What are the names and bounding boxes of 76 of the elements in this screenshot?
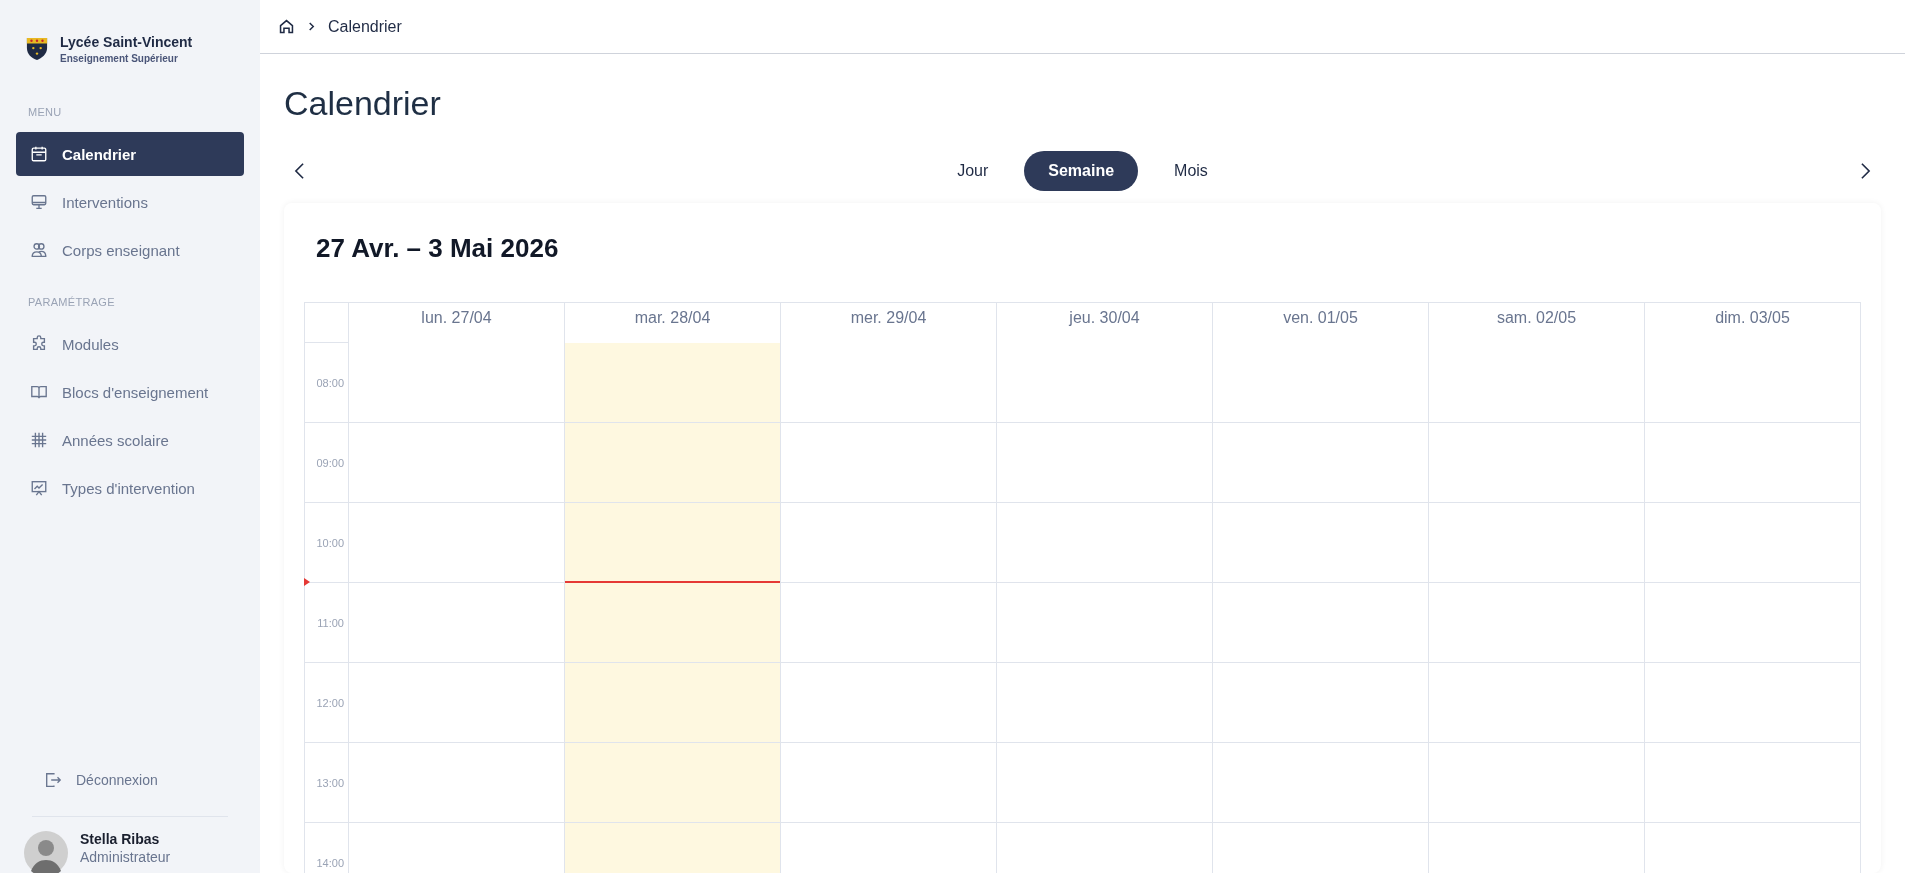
view-tab[interactable]: Jour bbox=[933, 151, 1013, 191]
chart-board-icon bbox=[30, 479, 48, 497]
hour-label: 11:00 bbox=[317, 616, 344, 629]
users-icon bbox=[30, 241, 48, 259]
section-label: MENU bbox=[27, 106, 63, 118]
hour-label: 14:00 bbox=[316, 856, 344, 869]
time-slot[interactable] bbox=[1213, 343, 1429, 423]
monitor-icon bbox=[30, 193, 48, 211]
school-name: Lycée Saint-Vincent bbox=[60, 34, 193, 50]
calendar-icon bbox=[30, 145, 48, 163]
chevron-right-icon bbox=[307, 22, 316, 31]
time-slot[interactable] bbox=[1645, 423, 1861, 503]
time-slot[interactable] bbox=[1213, 503, 1429, 583]
sidebar-item[interactable]: Corps enseignant bbox=[16, 228, 244, 272]
view-tab[interactable]: Mois bbox=[1150, 151, 1232, 191]
time-slot[interactable] bbox=[1429, 503, 1645, 583]
hour-label: 08:00 bbox=[316, 376, 344, 389]
sidebar-item[interactable]: Années scolaire bbox=[16, 418, 244, 462]
time-slot[interactable] bbox=[1213, 423, 1429, 503]
day-header: lun. 27/04 bbox=[349, 303, 565, 343]
time-slot[interactable] bbox=[1429, 583, 1645, 663]
day-header: sam. 02/05 bbox=[1429, 303, 1645, 343]
time-slot[interactable] bbox=[997, 583, 1213, 663]
day-header: dim. 03/05 bbox=[1645, 303, 1861, 343]
home-icon[interactable] bbox=[278, 18, 295, 35]
time-slot[interactable] bbox=[1645, 663, 1861, 743]
chevron-right-icon[interactable] bbox=[1860, 162, 1871, 180]
time-slot[interactable] bbox=[1213, 663, 1429, 743]
chevron-left-icon[interactable] bbox=[294, 162, 305, 180]
sidebar-item[interactable]: Blocs d'enseignement bbox=[16, 370, 244, 414]
hour-label: 09:00 bbox=[316, 456, 344, 469]
date-range: 27 Avr. – 3 Mai 2026 bbox=[316, 233, 560, 264]
time-slot[interactable] bbox=[781, 343, 997, 423]
time-slot[interactable] bbox=[781, 663, 997, 743]
time-slot[interactable] bbox=[1645, 743, 1861, 823]
user-role: Administrateur bbox=[80, 849, 171, 865]
grid-icon bbox=[30, 431, 48, 449]
time-slot[interactable] bbox=[1213, 583, 1429, 663]
view-tab[interactable]: Semaine bbox=[1024, 151, 1139, 191]
logout-link[interactable]: Déconnexion bbox=[16, 760, 244, 800]
page-title: Calendrier bbox=[284, 84, 442, 123]
sidebar-item[interactable]: Interventions bbox=[16, 180, 244, 224]
time-slot[interactable] bbox=[1429, 743, 1645, 823]
time-slot[interactable] bbox=[1645, 503, 1861, 583]
day-header: mer. 29/04 bbox=[781, 303, 997, 343]
shield-logo-icon bbox=[26, 37, 48, 61]
hour-label: 10:00 bbox=[316, 536, 344, 549]
time-slot[interactable] bbox=[1429, 423, 1645, 503]
puzzle-icon bbox=[30, 335, 48, 353]
time-slot[interactable] bbox=[781, 743, 997, 823]
user-name: Stella Ribas bbox=[80, 831, 161, 847]
day-header: jeu. 30/04 bbox=[997, 303, 1213, 343]
today-time-slot[interactable] bbox=[565, 503, 781, 583]
time-slot[interactable] bbox=[997, 503, 1213, 583]
user-avatar bbox=[24, 831, 68, 873]
time-slot[interactable] bbox=[997, 343, 1213, 423]
hour-label: 13:00 bbox=[316, 776, 344, 789]
time-slot[interactable] bbox=[1429, 663, 1645, 743]
sidebar-item[interactable]: Modules bbox=[16, 322, 244, 366]
book-icon bbox=[30, 383, 48, 401]
sidebar-item[interactable]: Types d'intervention bbox=[16, 466, 244, 510]
time-slot[interactable] bbox=[997, 423, 1213, 503]
current-time-marker-icon bbox=[304, 578, 310, 586]
day-header: ven. 01/05 bbox=[1213, 303, 1429, 343]
time-slot[interactable] bbox=[1645, 583, 1861, 663]
logout-icon bbox=[44, 771, 62, 789]
time-slot[interactable] bbox=[1213, 743, 1429, 823]
school-subtitle: Enseignement Supérieur bbox=[60, 53, 179, 64]
hour-label: 12:00 bbox=[316, 696, 344, 709]
breadcrumb-item: Calendrier bbox=[328, 17, 402, 36]
time-slot[interactable] bbox=[997, 663, 1213, 743]
time-slot[interactable] bbox=[1429, 343, 1645, 423]
section-label: PARAMÉTRAGE bbox=[27, 296, 116, 308]
sidebar-item[interactable]: Calendrier bbox=[16, 132, 244, 176]
time-slot[interactable] bbox=[997, 743, 1213, 823]
time-slot[interactable] bbox=[1645, 343, 1861, 423]
